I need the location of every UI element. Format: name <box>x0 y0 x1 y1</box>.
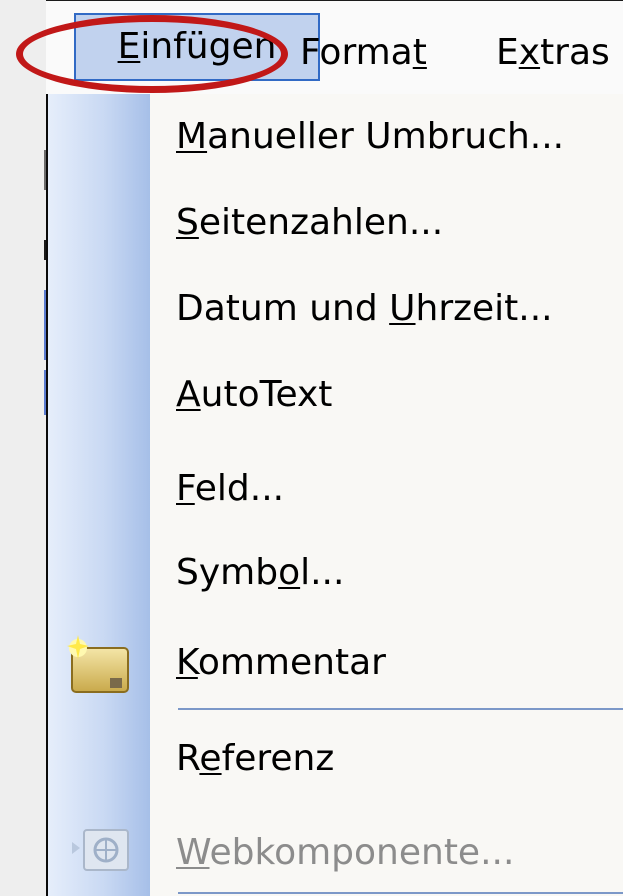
menu-einfuegen-mnemonic: E <box>117 26 141 67</box>
menu-separator <box>178 708 623 710</box>
mnemonic: F <box>176 468 195 509</box>
menu-extras-label-start: E <box>496 32 519 73</box>
label-start: Symb <box>176 552 279 593</box>
mnemonic: o <box>278 552 301 593</box>
menu-item-datum-und-uhrzeit[interactable]: Datum und Uhrzeit... <box>48 266 623 352</box>
menu-item-autotext[interactable]: AutoText <box>48 352 623 438</box>
menu-item-label: Referenz <box>176 716 334 802</box>
menu-item-label: Kommentar <box>176 620 386 706</box>
menu-format-mnemonic: t <box>412 32 427 73</box>
menu-format-label: Forma <box>300 32 413 73</box>
menu-format[interactable]: Format <box>300 1 427 95</box>
mnemonic: A <box>176 374 201 415</box>
menu-item-manueller-umbruch[interactable]: Manueller Umbruch... <box>48 94 623 180</box>
menu-extras-label-end: tras <box>540 32 610 73</box>
menu-extras-mnemonic: x <box>518 32 541 73</box>
insert-menu-dropdown: Manueller Umbruch... Seitenzahlen... Dat… <box>46 94 623 896</box>
comment-icon <box>66 634 136 696</box>
mnemonic: W <box>176 832 210 873</box>
mnemonic: K <box>176 642 198 683</box>
menu-item-label: Seitenzahlen... <box>176 180 443 266</box>
label-rest: ferenz <box>221 738 335 779</box>
menu-einfuegen-label: infügen <box>140 26 277 67</box>
menu-item-symbol[interactable]: Symbol... <box>48 530 623 616</box>
menu-item-label: Manueller Umbruch... <box>176 94 564 180</box>
menu-item-label: AutoText <box>176 352 332 438</box>
label-rest: utoText <box>200 374 333 415</box>
menu-einfuegen[interactable]: Einfügen <box>74 13 320 81</box>
menu-item-label: Symbol... <box>176 530 344 616</box>
label-rest: ebkomponente... <box>209 832 515 873</box>
menu-item-kommentar[interactable]: Kommentar <box>48 620 623 706</box>
menu-item-seitenzahlen[interactable]: Seitenzahlen... <box>48 180 623 266</box>
menu-bar: Einfügen Format Extras <box>46 0 623 95</box>
label-start: R <box>176 738 200 779</box>
menu-item-webkomponente: Webkomponente... <box>48 810 623 896</box>
label-rest: ommentar <box>197 642 386 683</box>
mnemonic: S <box>176 202 199 243</box>
menu-item-label: Webkomponente... <box>176 810 514 896</box>
menu-extras[interactable]: Extras <box>496 1 610 95</box>
label-rest: anueller Umbruch... <box>207 116 565 157</box>
menu-item-label: Datum und Uhrzeit... <box>176 266 553 352</box>
menu-item-label: Feld... <box>176 446 284 532</box>
mnemonic: M <box>176 116 208 157</box>
menu-separator <box>178 892 623 894</box>
label-rest: eld... <box>194 468 285 509</box>
web-component-icon <box>66 822 136 884</box>
menu-item-feld[interactable]: Feld... <box>48 446 623 532</box>
mnemonic: e <box>199 738 222 779</box>
mnemonic: U <box>389 288 416 329</box>
label-rest: eitenzahlen... <box>198 202 444 243</box>
label-rest: l... <box>300 552 345 593</box>
label-start: Datum und <box>176 288 390 329</box>
menu-item-referenz[interactable]: Referenz <box>48 716 623 802</box>
label-rest: hrzeit... <box>415 288 553 329</box>
background-window-edge <box>0 0 46 896</box>
